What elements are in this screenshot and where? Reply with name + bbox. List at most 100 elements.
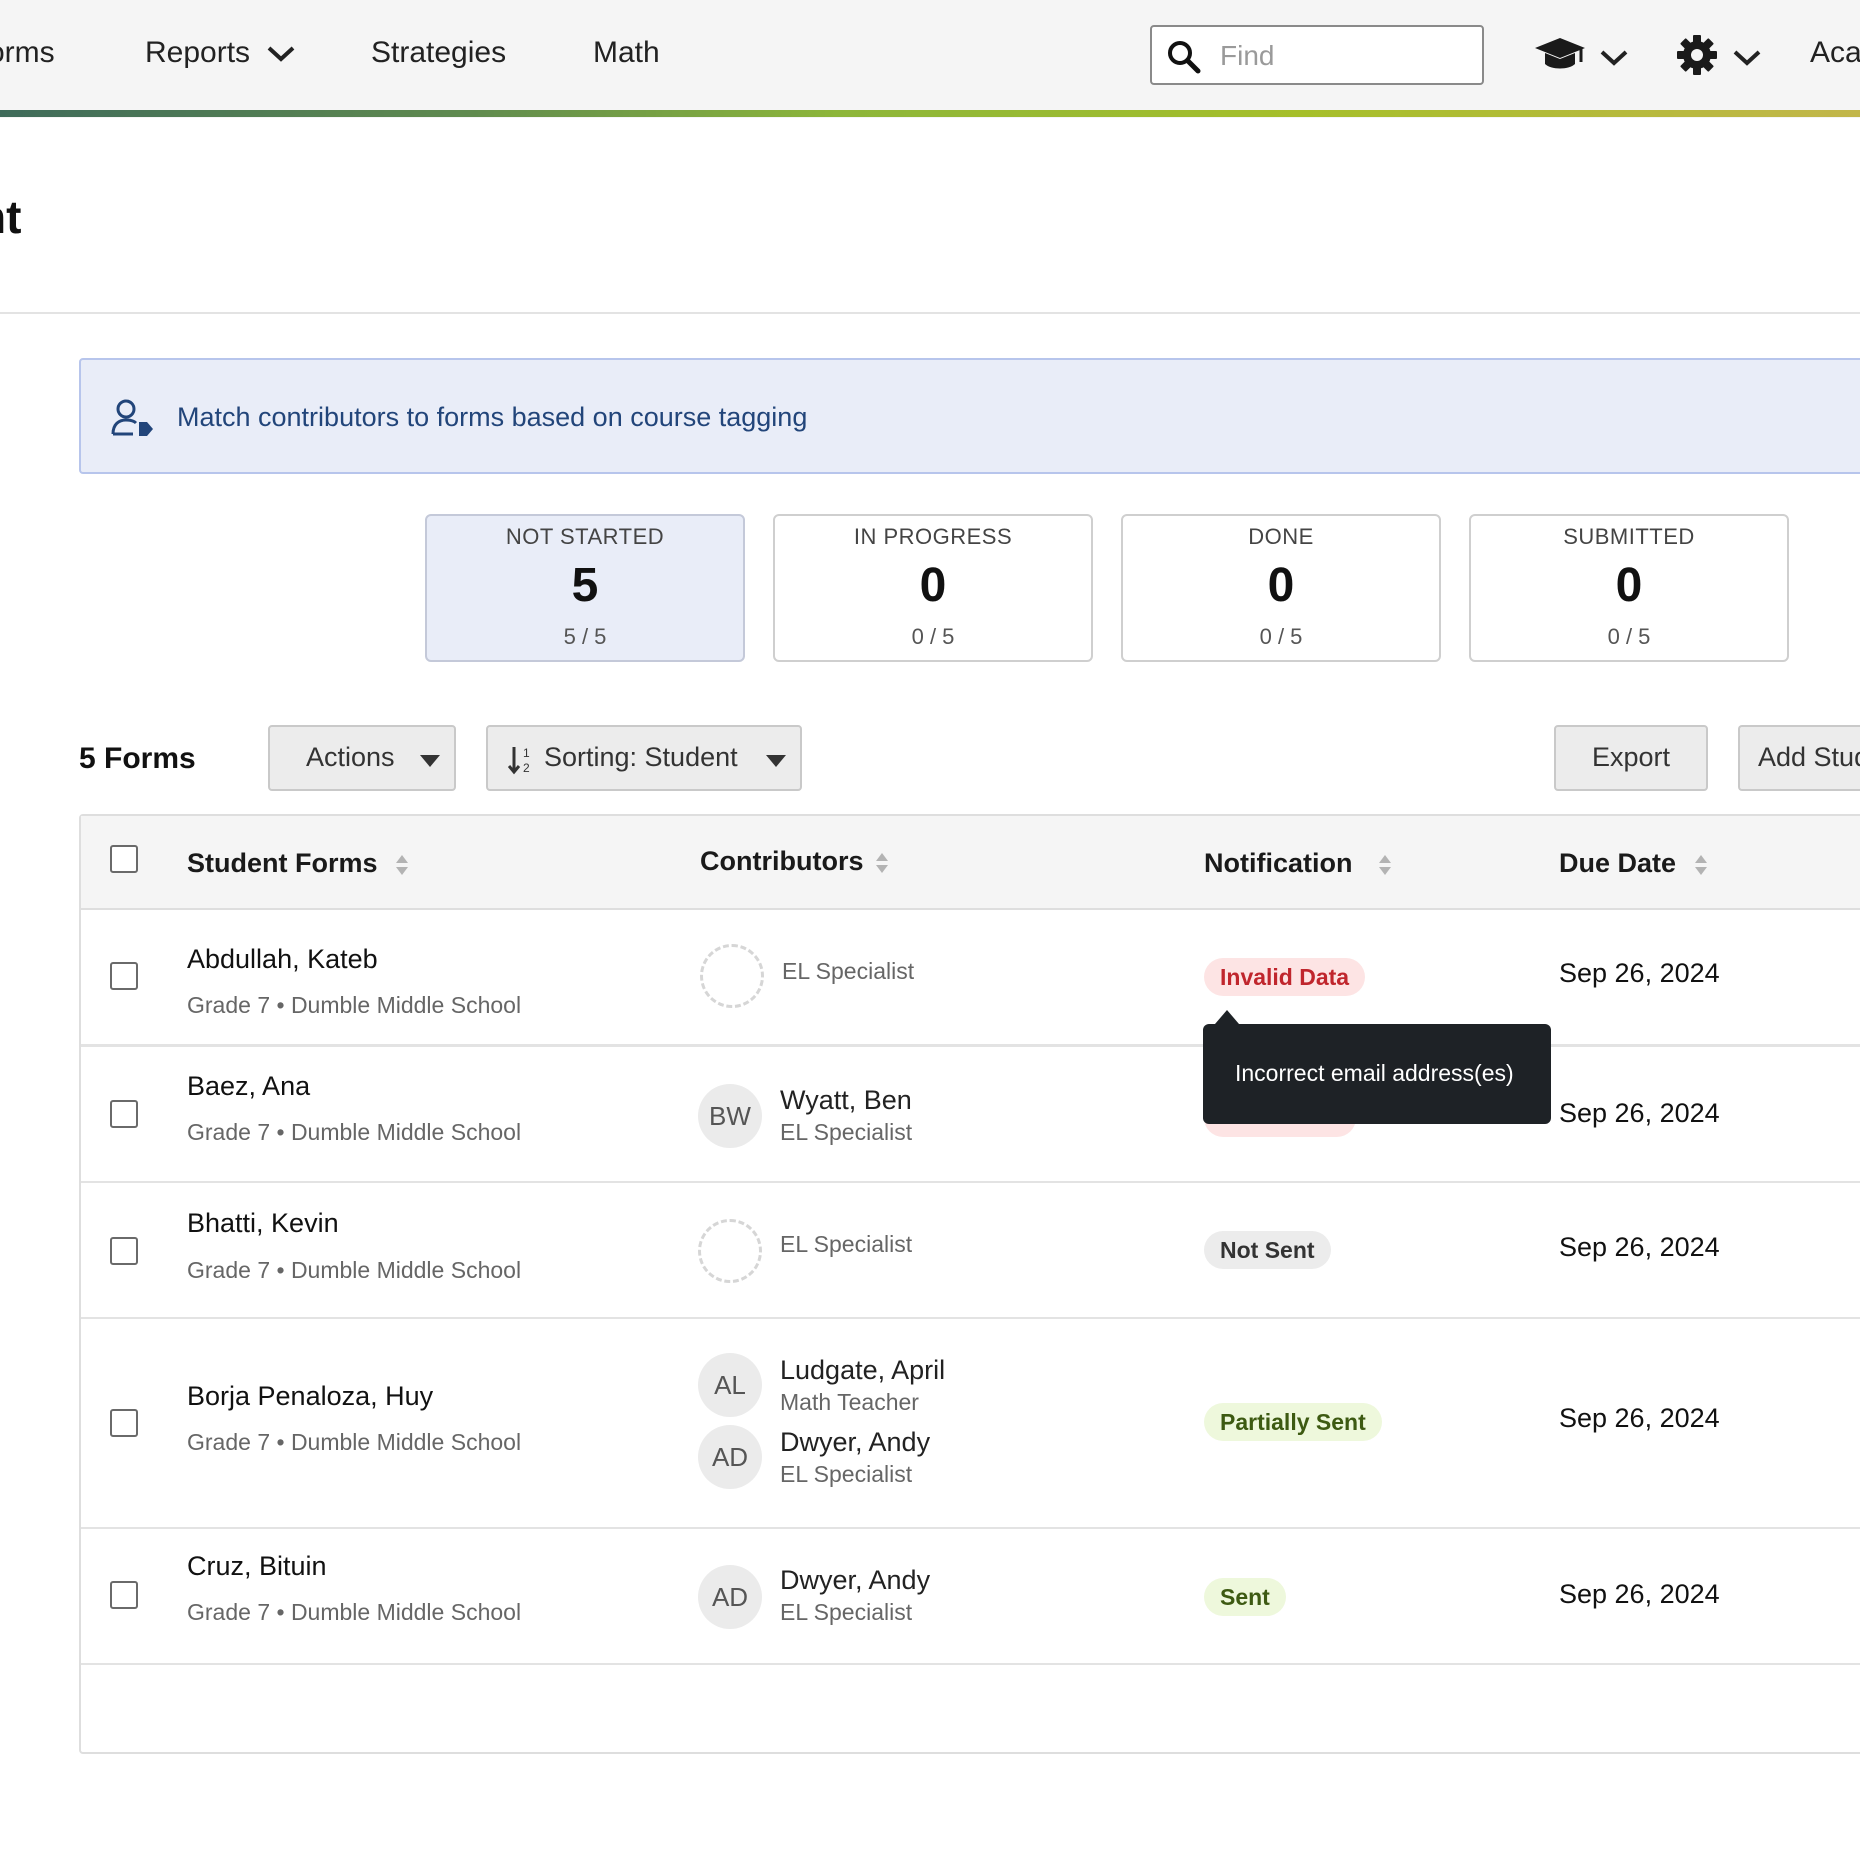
banner-text[interactable]: Match contributors to forms based on cou… bbox=[177, 402, 807, 433]
column-header-student-forms[interactable]: Student Forms bbox=[187, 848, 409, 879]
student-details: Grade 7 • Dumble Middle School bbox=[187, 1599, 522, 1625]
student-name[interactable]: Baez, Ana bbox=[187, 1071, 310, 1102]
student-details: Grade 7 • Dumble Middle School bbox=[187, 1119, 522, 1145]
status-card-count: 0 bbox=[1267, 559, 1295, 612]
student-details: Grade 7 • Dumble Middle School bbox=[187, 1429, 522, 1455]
status-card-in-progress[interactable]: IN PROGRESS 0 0 / 5 bbox=[773, 514, 1093, 662]
sort-icon bbox=[396, 854, 409, 875]
column-header-label: Contributors bbox=[700, 846, 864, 876]
contributor-name: Wyatt, Ben bbox=[780, 1085, 912, 1115]
table-row[interactable]: Baez, Ana Grade 7 • Dumble Middle School… bbox=[81, 1047, 1860, 1183]
student-name[interactable]: Borja Penaloza, Huy bbox=[187, 1381, 433, 1412]
divider bbox=[0, 312, 1860, 314]
tooltip-text: Incorrect email address(es) bbox=[1235, 1060, 1514, 1086]
row-checkbox[interactable] bbox=[110, 1237, 138, 1265]
status-card-count: 0 bbox=[1615, 559, 1643, 612]
column-header-due-date[interactable]: Due Date bbox=[1559, 848, 1708, 879]
nav-item-math[interactable]: Math bbox=[593, 36, 660, 70]
due-date: Sep 26, 2024 bbox=[1559, 1579, 1720, 1609]
status-card-submitted[interactable]: SUBMITTED 0 0 / 5 bbox=[1469, 514, 1789, 662]
user-tag-icon bbox=[111, 399, 153, 436]
avatar[interactable]: AL bbox=[698, 1353, 762, 1417]
top-navigation: orms Reports Strategies Math bbox=[0, 0, 1860, 118]
avatar-placeholder[interactable] bbox=[700, 944, 764, 1008]
search-field bbox=[1150, 25, 1484, 85]
status-badge[interactable]: Not Sent bbox=[1204, 1231, 1331, 1269]
status-card-ratio: 0 / 5 bbox=[1259, 624, 1303, 649]
nav-item-account[interactable]: Acac bbox=[1810, 36, 1860, 70]
status-card-label: NOT STARTED bbox=[505, 524, 665, 549]
chevron-down-icon bbox=[268, 46, 295, 62]
column-header-label: Student Forms bbox=[187, 848, 378, 878]
row-checkbox[interactable] bbox=[110, 962, 138, 990]
student-name[interactable]: Abdullah, Kateb bbox=[187, 944, 378, 975]
column-header-label: Due Date bbox=[1559, 848, 1677, 878]
status-card-done[interactable]: DONE 0 0 / 5 bbox=[1121, 514, 1441, 662]
chevron-down-icon bbox=[1600, 50, 1628, 66]
column-header-notification[interactable]: Notification bbox=[1204, 848, 1392, 879]
export-button[interactable]: Export bbox=[1554, 725, 1708, 791]
due-date: Sep 26, 2024 bbox=[1559, 1232, 1720, 1262]
contributor-role: EL Specialist bbox=[780, 1231, 913, 1257]
actions-button[interactable]: Actions bbox=[268, 725, 456, 791]
table-row[interactable]: Bhatti, Kevin Grade 7 • Dumble Middle Sc… bbox=[81, 1181, 1860, 1319]
sorting-button-label: Sorting: Student bbox=[544, 742, 738, 772]
contributor-name: Ludgate, April bbox=[780, 1355, 946, 1385]
status-badge[interactable]: Invalid Data bbox=[1204, 958, 1366, 996]
contributor-role: Math Teacher bbox=[780, 1389, 919, 1415]
avatar-placeholder[interactable] bbox=[698, 1219, 762, 1283]
svg-text:2: 2 bbox=[523, 761, 530, 775]
table-row[interactable]: Abdullah, Kateb Grade 7 • Dumble Middle … bbox=[81, 908, 1860, 1047]
row-checkbox[interactable] bbox=[110, 1409, 138, 1437]
contributor-name: Dwyer, Andy bbox=[780, 1427, 931, 1457]
student-name[interactable]: Cruz, Bituin bbox=[187, 1551, 327, 1582]
row-checkbox[interactable] bbox=[110, 1581, 138, 1609]
nav-item-reports-label: Reports bbox=[145, 36, 251, 69]
search-input[interactable] bbox=[1218, 37, 1472, 75]
table-header: Student Forms Contributors Notification … bbox=[81, 816, 1860, 910]
tooltip-arrow bbox=[1215, 1010, 1239, 1024]
avatar[interactable]: AD bbox=[698, 1425, 762, 1489]
status-card-label: IN PROGRESS bbox=[853, 524, 1013, 549]
nav-item-forms[interactable]: orms bbox=[0, 36, 55, 70]
sorting-button[interactable]: 1 2 Sorting: Student bbox=[486, 725, 802, 791]
academics-menu-button[interactable] bbox=[1533, 32, 1628, 81]
student-name[interactable]: Bhatti, Kevin bbox=[187, 1208, 339, 1239]
tooltip: Incorrect email address(es) bbox=[1203, 1010, 1551, 1124]
avatar[interactable]: BW bbox=[698, 1084, 762, 1148]
status-card-label: DONE bbox=[1248, 524, 1314, 549]
select-all-checkbox[interactable] bbox=[110, 845, 138, 873]
nav-item-reports[interactable]: Reports bbox=[145, 36, 296, 70]
info-banner: Match contributors to forms based on cou… bbox=[79, 358, 1860, 474]
caret-down-icon bbox=[766, 755, 786, 767]
row-checkbox[interactable] bbox=[110, 1100, 138, 1128]
caret-down-icon bbox=[420, 755, 440, 767]
status-card-ratio: 5 / 5 bbox=[563, 624, 607, 649]
table-row[interactable]: Borja Penaloza, Huy Grade 7 • Dumble Mid… bbox=[81, 1319, 1860, 1529]
svg-text:1: 1 bbox=[523, 746, 530, 760]
contributor-role: EL Specialist bbox=[780, 1119, 913, 1145]
status-card-count: 0 bbox=[919, 559, 947, 612]
status-badge[interactable]: Partially Sent bbox=[1204, 1403, 1382, 1441]
chevron-down-icon bbox=[1733, 50, 1761, 66]
sort-icon bbox=[1379, 854, 1392, 875]
status-card-ratio: 0 / 5 bbox=[911, 624, 955, 649]
status-card-ratio: 0 / 5 bbox=[1607, 624, 1651, 649]
forms-count: 5 Forms bbox=[79, 742, 196, 775]
due-date: Sep 26, 2024 bbox=[1559, 1403, 1720, 1433]
sort-icon bbox=[876, 852, 888, 873]
gear-icon bbox=[1677, 35, 1717, 75]
nav-item-strategies[interactable]: Strategies bbox=[371, 36, 506, 70]
settings-menu-button[interactable] bbox=[1676, 34, 1761, 81]
student-details: Grade 7 • Dumble Middle School bbox=[187, 992, 522, 1018]
table-row[interactable]: Cruz, Bituin Grade 7 • Dumble Middle Sch… bbox=[81, 1529, 1860, 1665]
due-date: Sep 26, 2024 bbox=[1559, 1098, 1720, 1128]
student-details: Grade 7 • Dumble Middle School bbox=[187, 1257, 522, 1283]
avatar[interactable]: AD bbox=[698, 1565, 762, 1629]
add-student-button[interactable]: Add Stud bbox=[1738, 725, 1860, 791]
status-card-not-started[interactable]: NOT STARTED 5 5 / 5 bbox=[425, 514, 745, 662]
status-badge[interactable]: Sent bbox=[1204, 1578, 1286, 1616]
column-header-contributors[interactable]: Contributors bbox=[700, 846, 889, 877]
graduation-cap-icon bbox=[1535, 38, 1585, 69]
contributor-role: EL Specialist bbox=[780, 1599, 913, 1625]
